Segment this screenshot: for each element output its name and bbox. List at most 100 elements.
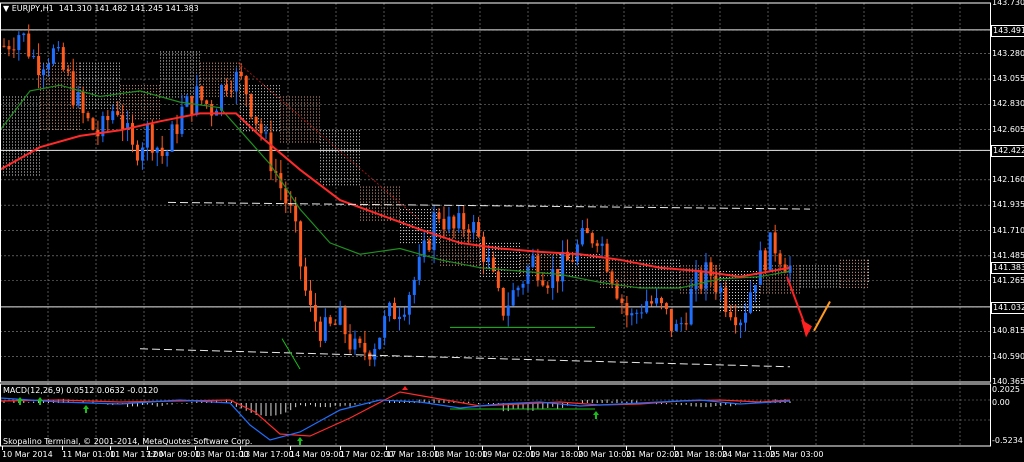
cloud-dot xyxy=(461,261,462,263)
cloud-dot xyxy=(138,112,139,114)
cloud-dot xyxy=(39,132,40,134)
cloud-dot xyxy=(461,252,462,254)
cloud-dot xyxy=(258,100,259,102)
cloud-dot xyxy=(49,71,50,73)
cloud-dot xyxy=(89,89,90,91)
cloud-dot xyxy=(40,119,41,121)
cloud-dot xyxy=(621,277,622,279)
cloud-dot xyxy=(193,69,194,71)
cloud-dot xyxy=(652,283,653,285)
cloud-dot xyxy=(64,98,65,100)
cloud-dot xyxy=(116,62,117,64)
cloud-dot xyxy=(609,268,610,270)
dropdown-triangle-icon[interactable]: ▼ xyxy=(3,4,9,13)
cloud-dot xyxy=(843,271,844,273)
cloud-dot xyxy=(323,160,324,162)
cloud-dot xyxy=(689,265,690,267)
cloud-dot xyxy=(280,120,281,122)
cloud-dot xyxy=(584,266,585,268)
cloud-dot xyxy=(799,265,800,267)
cloud-dot xyxy=(732,286,733,288)
cloud-dot xyxy=(230,77,231,79)
cloud-dot xyxy=(680,292,681,294)
cloud-dot xyxy=(240,103,241,105)
cloud-dot xyxy=(360,192,361,194)
cloud-dot xyxy=(507,266,508,268)
cloud-dot xyxy=(387,195,388,197)
cloud-dot xyxy=(603,268,604,270)
cloud-dot xyxy=(166,66,167,68)
cloud-dot xyxy=(276,109,277,111)
cloud-dot xyxy=(560,275,561,277)
cloud-dot xyxy=(86,77,87,79)
cloud-dot xyxy=(215,74,216,76)
cloud-dot xyxy=(313,117,314,119)
cloud-dot xyxy=(218,86,219,88)
cloud-dot xyxy=(159,91,160,93)
price-axis-label: 141.710 xyxy=(992,226,1024,235)
candle-body xyxy=(467,229,471,233)
cloud-dot xyxy=(615,262,616,264)
cloud-dot xyxy=(726,271,727,273)
cloud-dot xyxy=(107,65,108,67)
cloud-dot xyxy=(473,240,474,242)
cloud-dot xyxy=(366,219,367,221)
cloud-dot xyxy=(332,136,333,138)
cloud-dot xyxy=(301,102,302,104)
cloud-dot xyxy=(18,111,19,113)
cloud-dot xyxy=(24,159,25,161)
cloud-dot xyxy=(153,103,154,105)
cloud-dot xyxy=(153,109,154,111)
cloud-dot xyxy=(698,286,699,288)
cloud-dot xyxy=(15,105,16,107)
cloud-dot xyxy=(381,219,382,221)
cloud-dot xyxy=(36,171,37,173)
cloud-dot xyxy=(323,184,324,186)
cloud-dot xyxy=(581,266,582,268)
cloud-dot xyxy=(326,163,327,165)
cloud-dot xyxy=(396,216,397,218)
cloud-dot xyxy=(119,98,120,100)
cloud-dot xyxy=(759,310,760,312)
cloud-dot xyxy=(273,130,274,132)
cloud-dot xyxy=(156,106,157,108)
cloud-dot xyxy=(812,268,813,270)
cloud-dot xyxy=(119,104,120,106)
cloud-dot xyxy=(418,209,419,211)
cloud-dot xyxy=(673,262,674,264)
cloud-dot xyxy=(307,132,308,134)
cloud-dot xyxy=(163,81,164,83)
cloud-dot xyxy=(27,165,28,167)
cloud-dot xyxy=(301,129,302,131)
cloud-dot xyxy=(400,236,401,238)
cloud-dot xyxy=(230,83,231,85)
cloud-dot xyxy=(529,263,530,265)
cloud-dot xyxy=(516,242,517,244)
cloud-dot xyxy=(396,195,397,197)
cloud-dot xyxy=(427,239,428,241)
cloud-dot xyxy=(421,242,422,244)
cloud-dot xyxy=(15,138,16,140)
cloud-dot xyxy=(384,213,385,215)
cloud-dot xyxy=(443,258,444,260)
cloud-dot xyxy=(344,160,345,162)
cloud-dot xyxy=(98,92,99,94)
cloud-dot xyxy=(603,286,604,288)
cloud-dot xyxy=(818,268,819,270)
cloud-dot xyxy=(169,78,170,80)
cloud-dot xyxy=(313,102,314,104)
cloud-dot xyxy=(80,86,81,88)
cloud-dot xyxy=(101,65,102,67)
cloud-dot xyxy=(366,195,367,197)
cloud-dot xyxy=(824,265,825,267)
cloud-dot xyxy=(720,304,721,306)
cloud-dot xyxy=(359,133,360,135)
cloud-dot xyxy=(286,108,287,110)
cloud-dot xyxy=(729,271,730,273)
cloud-dot xyxy=(209,65,210,67)
cloud-dot xyxy=(353,160,354,162)
candle-body xyxy=(699,270,703,289)
cloud-dot xyxy=(40,62,41,64)
cloud-dot xyxy=(473,252,474,254)
cloud-dot xyxy=(753,307,754,309)
